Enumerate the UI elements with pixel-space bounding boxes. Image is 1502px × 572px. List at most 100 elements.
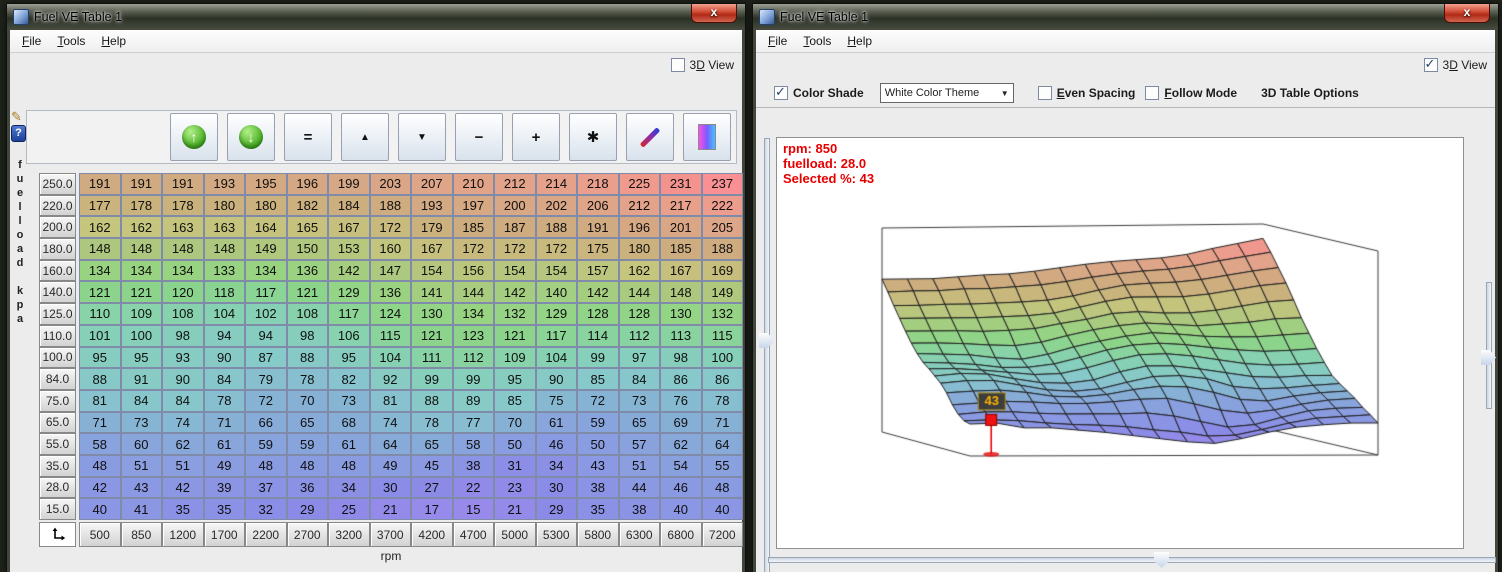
table-cell[interactable]: 68 <box>328 412 370 434</box>
table-cell[interactable]: 231 <box>660 173 702 195</box>
table-cell[interactable]: 60 <box>121 433 163 455</box>
menu-tools[interactable]: Tools <box>49 32 93 50</box>
table-cell[interactable]: 32 <box>245 498 287 520</box>
table-cell[interactable]: 57 <box>619 433 661 455</box>
table-cell[interactable]: 172 <box>536 238 578 260</box>
left-tilt-slider-thumb[interactable] <box>759 333 774 348</box>
row-header[interactable]: 75.0 <box>39 390 76 412</box>
table-cell[interactable]: 121 <box>79 281 121 303</box>
table-cell[interactable]: 154 <box>494 260 536 282</box>
table-cell[interactable]: 42 <box>79 477 121 499</box>
col-header[interactable]: 5000 <box>494 522 536 547</box>
table-cell[interactable]: 89 <box>453 390 495 412</box>
table-cell[interactable]: 46 <box>536 433 578 455</box>
table-cell[interactable]: 180 <box>204 195 246 217</box>
table-cell[interactable]: 184 <box>328 195 370 217</box>
table-cell[interactable]: 104 <box>204 303 246 325</box>
col-header[interactable]: 3700 <box>370 522 412 547</box>
table-cell[interactable]: 197 <box>453 195 495 217</box>
table-cell[interactable]: 64 <box>370 433 412 455</box>
table-cell[interactable]: 66 <box>245 412 287 434</box>
table-cell[interactable]: 98 <box>660 347 702 369</box>
table-cell[interactable]: 51 <box>619 455 661 477</box>
table-cell[interactable]: 134 <box>245 260 287 282</box>
table-cell[interactable]: 148 <box>79 238 121 260</box>
col-header[interactable]: 850 <box>121 522 163 547</box>
row-header[interactable]: 140.0 <box>39 281 76 303</box>
table-cell[interactable]: 75 <box>536 390 578 412</box>
table-cell[interactable]: 74 <box>162 412 204 434</box>
table-cell[interactable]: 196 <box>287 173 329 195</box>
col-header[interactable]: 1200 <box>162 522 204 547</box>
table-cell[interactable]: 79 <box>245 368 287 390</box>
table-cell[interactable]: 217 <box>660 195 702 217</box>
table-cell[interactable]: 59 <box>577 412 619 434</box>
table-cell[interactable]: 104 <box>370 347 412 369</box>
add-button[interactable]: + <box>512 113 560 161</box>
table-cell[interactable]: 99 <box>411 368 453 390</box>
table-cell[interactable]: 17 <box>411 498 453 520</box>
table-cell[interactable]: 163 <box>204 216 246 238</box>
menu-file[interactable]: File <box>760 32 795 50</box>
table-cell[interactable]: 187 <box>494 216 536 238</box>
row-header[interactable]: 180.0 <box>39 238 76 260</box>
table-cell[interactable]: 58 <box>453 433 495 455</box>
table-cell[interactable]: 144 <box>619 281 661 303</box>
row-header[interactable]: 200.0 <box>39 216 76 238</box>
3d-surface-canvas[interactable] <box>777 138 1463 548</box>
row-header[interactable]: 35.0 <box>39 455 76 477</box>
table-cell[interactable]: 58 <box>79 433 121 455</box>
table-cell[interactable]: 106 <box>328 325 370 347</box>
table-cell[interactable]: 88 <box>411 390 453 412</box>
table-cell[interactable]: 162 <box>79 216 121 238</box>
table-cell[interactable]: 124 <box>370 303 412 325</box>
table-cell[interactable]: 121 <box>287 281 329 303</box>
table-cell[interactable]: 153 <box>328 238 370 260</box>
table-cell[interactable]: 59 <box>245 433 287 455</box>
table-cell[interactable]: 38 <box>577 477 619 499</box>
table-cell[interactable]: 29 <box>287 498 329 520</box>
scale-up-button[interactable]: ↑ <box>170 113 218 161</box>
3d-view-checkbox[interactable] <box>671 58 685 72</box>
increment-button[interactable]: ▲ <box>341 113 389 161</box>
col-header[interactable]: 2200 <box>245 522 287 547</box>
table-cell[interactable]: 98 <box>162 325 204 347</box>
table-cell[interactable]: 136 <box>287 260 329 282</box>
table-cell[interactable]: 27 <box>411 477 453 499</box>
col-header[interactable]: 5800 <box>577 522 619 547</box>
table-cell[interactable]: 51 <box>121 455 163 477</box>
menu-help[interactable]: Help <box>93 32 134 50</box>
row-header[interactable]: 55.0 <box>39 433 76 455</box>
table-cell[interactable]: 148 <box>121 238 163 260</box>
table-cell[interactable]: 82 <box>328 368 370 390</box>
row-header[interactable]: 110.0 <box>39 325 76 347</box>
table-cell[interactable]: 134 <box>79 260 121 282</box>
table-cell[interactable]: 185 <box>660 238 702 260</box>
table-cell[interactable]: 180 <box>619 238 661 260</box>
table-cell[interactable]: 38 <box>619 498 661 520</box>
row-header[interactable]: 160.0 <box>39 260 76 282</box>
table-cell[interactable]: 55 <box>702 455 744 477</box>
table-cell[interactable]: 30 <box>536 477 578 499</box>
table-cell[interactable]: 108 <box>162 303 204 325</box>
right-height-slider-track[interactable] <box>1486 282 1492 409</box>
table-cell[interactable]: 71 <box>79 412 121 434</box>
table-cell[interactable]: 113 <box>660 325 702 347</box>
table-cell[interactable]: 132 <box>702 303 744 325</box>
table-cell[interactable]: 203 <box>370 173 412 195</box>
table-cell[interactable]: 114 <box>577 325 619 347</box>
even-spacing-checkbox[interactable] <box>1038 86 1052 100</box>
table-cell[interactable]: 167 <box>660 260 702 282</box>
table-cell[interactable]: 117 <box>536 325 578 347</box>
table-cell[interactable]: 218 <box>577 173 619 195</box>
row-header[interactable]: 28.0 <box>39 477 76 499</box>
table-cell[interactable]: 200 <box>494 195 536 217</box>
table-cell[interactable]: 86 <box>702 368 744 390</box>
table-cell[interactable]: 199 <box>328 173 370 195</box>
table-cell[interactable]: 142 <box>494 281 536 303</box>
table-cell[interactable]: 110 <box>79 303 121 325</box>
table-cell[interactable]: 115 <box>370 325 412 347</box>
left-tilt-slider-track[interactable] <box>764 138 770 572</box>
table-cell[interactable]: 163 <box>162 216 204 238</box>
row-header[interactable]: 250.0 <box>39 173 76 195</box>
